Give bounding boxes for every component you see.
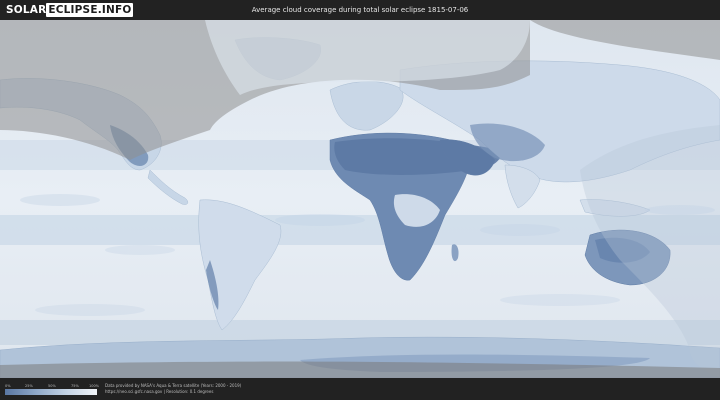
legend-tick: 50% <box>48 384 56 388</box>
world-map-svg <box>0 20 720 378</box>
page-title: Average cloud coverage during total sola… <box>251 6 469 14</box>
legend-tick: 25% <box>25 384 33 388</box>
source-link[interactable]: https://neo.sci.gsfc.nasa.gov | Resoluti… <box>105 389 241 395</box>
cloud-coverage-map <box>0 20 720 378</box>
legend-tick: 100% <box>89 384 100 388</box>
legend-tick: 0% <box>5 384 11 388</box>
data-credits: Data provided by NASA's Aqua & Terra sat… <box>105 383 241 394</box>
cloud-coverage-legend: 0% 25% 50% 75% 100% <box>5 384 100 396</box>
legend-tick: 75% <box>71 384 79 388</box>
credit-line: Data provided by NASA's Aqua & Terra sat… <box>105 383 242 388</box>
legend-color-bar <box>5 389 97 395</box>
